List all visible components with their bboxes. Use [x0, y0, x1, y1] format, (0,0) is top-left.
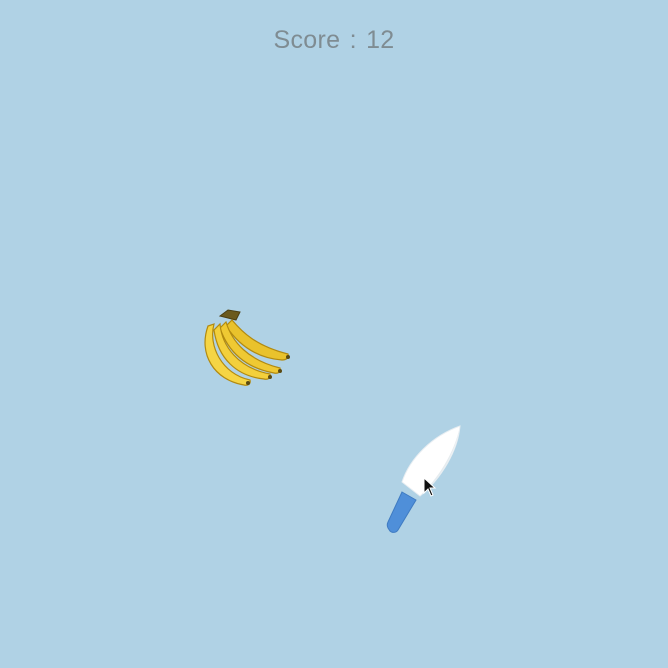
- game-canvas[interactable]: Score : 12: [0, 0, 668, 668]
- score-value: 12: [366, 26, 395, 54]
- mouse-cursor-icon: [423, 476, 437, 499]
- score-separator: :: [349, 26, 357, 54]
- banana-bunch-icon[interactable]: [196, 302, 296, 388]
- score-display: Score : 12: [0, 26, 668, 55]
- score-label: Score: [273, 26, 341, 54]
